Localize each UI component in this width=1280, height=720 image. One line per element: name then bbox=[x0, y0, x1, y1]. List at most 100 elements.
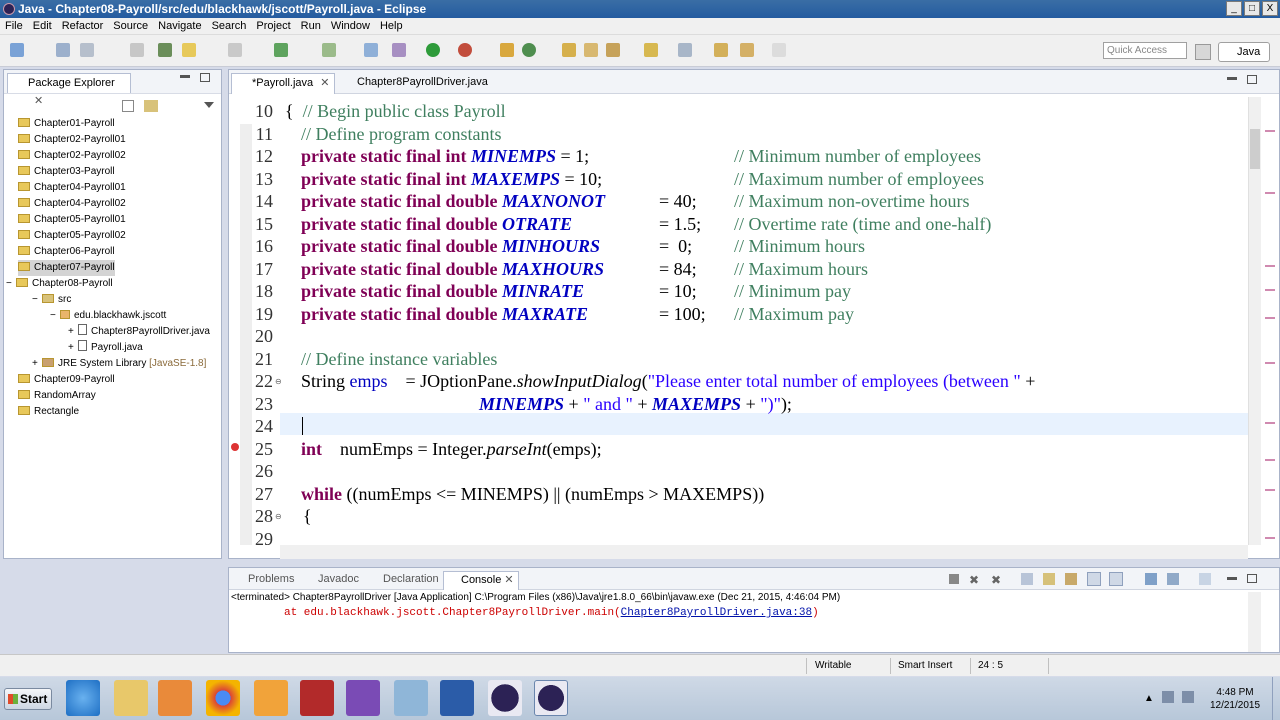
open-console-icon[interactable] bbox=[1199, 573, 1211, 585]
show-stdout-icon[interactable] bbox=[1087, 572, 1101, 586]
code-area[interactable]: 10 11 12 13 14 15 16 17 18 19 20 21 22 2… bbox=[229, 97, 1249, 545]
internet-explorer-icon[interactable] bbox=[66, 680, 100, 716]
show-desktop-button[interactable] bbox=[1272, 677, 1280, 720]
forward-icon[interactable] bbox=[740, 43, 754, 57]
project-chapter08[interactable]: − Chapter08-Payroll bbox=[6, 276, 113, 292]
src-folder[interactable]: − src bbox=[32, 292, 71, 308]
overview-mark[interactable] bbox=[1265, 265, 1275, 267]
menu-refactor[interactable]: Refactor bbox=[57, 18, 109, 35]
menu-source[interactable]: Source bbox=[108, 18, 153, 35]
show-hidden-icons-icon[interactable]: ▲ bbox=[1144, 693, 1154, 704]
overview-mark[interactable] bbox=[1265, 130, 1275, 132]
minimize-button[interactable]: _ bbox=[1226, 1, 1242, 16]
project-chapter01[interactable]: Chapter01-Payroll bbox=[18, 116, 115, 132]
fold-icon[interactable]: ⊖ bbox=[275, 512, 282, 521]
clear-console-icon[interactable] bbox=[1021, 573, 1033, 585]
external-tools-icon[interactable] bbox=[458, 43, 472, 57]
system-clock[interactable]: 4:48 PM 12/21/2015 bbox=[1199, 686, 1271, 712]
display-console-icon[interactable] bbox=[1167, 573, 1179, 585]
project-rectangle[interactable]: Rectangle bbox=[18, 404, 79, 420]
open-type-icon[interactable] bbox=[158, 43, 172, 57]
menu-window[interactable]: Window bbox=[326, 18, 375, 35]
file-driver[interactable]: + Chapter8PayrollDriver.java bbox=[68, 324, 210, 340]
project-chapter05-02[interactable]: Chapter05-Payroll02 bbox=[18, 228, 126, 244]
file-payroll[interactable]: + Payroll.java bbox=[68, 340, 143, 356]
notepad-icon[interactable] bbox=[394, 680, 428, 716]
task-icon[interactable] bbox=[322, 43, 336, 57]
overview-mark[interactable] bbox=[1265, 362, 1275, 364]
new-java-project-icon[interactable] bbox=[500, 43, 514, 57]
back-icon[interactable] bbox=[714, 43, 728, 57]
project-chapter04-01[interactable]: Chapter04-Payroll01 bbox=[18, 180, 126, 196]
quick-access-input[interactable]: Quick Access bbox=[1103, 42, 1187, 59]
close-button[interactable]: X bbox=[1262, 1, 1278, 16]
overview-mark[interactable] bbox=[1265, 459, 1275, 461]
maximize-button[interactable]: □ bbox=[1244, 1, 1260, 16]
word-wrap-icon[interactable] bbox=[1065, 573, 1077, 585]
chrome-icon[interactable] bbox=[206, 680, 240, 716]
minimize-icon[interactable] bbox=[180, 75, 190, 78]
editor-horizontal-scrollbar[interactable] bbox=[280, 545, 1248, 559]
project-chapter07[interactable]: Chapter07-Payroll bbox=[18, 260, 115, 276]
package-explorer-tab[interactable]: Package Explorer ✕ bbox=[7, 73, 131, 107]
tab-problems[interactable]: Problems bbox=[231, 571, 294, 590]
expand-toggle-icon[interactable]: + bbox=[68, 324, 78, 340]
overview-mark[interactable] bbox=[1265, 489, 1275, 491]
save-all-icon[interactable] bbox=[80, 43, 94, 57]
open-folder-icon[interactable] bbox=[584, 43, 598, 57]
tab-javadoc[interactable]: Javadoc bbox=[301, 571, 359, 590]
show-stderr-icon[interactable] bbox=[1109, 572, 1123, 586]
remove-launch-icon[interactable]: ✖ bbox=[969, 573, 979, 587]
project-chapter06[interactable]: Chapter06-Payroll bbox=[18, 244, 115, 260]
minimize-icon[interactable] bbox=[1227, 77, 1237, 80]
maximize-icon[interactable] bbox=[1247, 75, 1257, 84]
close-icon[interactable]: ✕ bbox=[34, 95, 43, 107]
last-edit-icon[interactable] bbox=[678, 43, 692, 57]
overview-mark[interactable] bbox=[1265, 422, 1275, 424]
project-chapter02-01[interactable]: Chapter02-Payroll01 bbox=[18, 132, 126, 148]
save-icon[interactable] bbox=[56, 43, 70, 57]
scroll-lock-icon[interactable] bbox=[1043, 573, 1055, 585]
tab-payroll[interactable]: *Payroll.java ✕ bbox=[231, 73, 335, 94]
next-edit-icon[interactable] bbox=[644, 43, 658, 57]
project-chapter04-02[interactable]: Chapter04-Payroll02 bbox=[18, 196, 126, 212]
jre-library[interactable]: + JRE System Library [JavaSE-1.8] bbox=[32, 356, 206, 372]
new-class-icon[interactable] bbox=[522, 43, 536, 57]
collapse-all-icon[interactable] bbox=[122, 100, 134, 112]
minimize-icon[interactable] bbox=[1227, 577, 1237, 580]
collapse-toggle-icon[interactable]: − bbox=[6, 276, 16, 292]
navigate-icon[interactable] bbox=[772, 43, 786, 57]
project-chapter03[interactable]: Chapter03-Payroll bbox=[18, 164, 115, 180]
file-explorer-icon[interactable] bbox=[114, 680, 148, 716]
expand-toggle-icon[interactable]: + bbox=[32, 356, 42, 372]
java-perspective-button[interactable]: Java bbox=[1218, 42, 1270, 62]
maximize-icon[interactable] bbox=[1247, 574, 1257, 583]
error-marker-icon[interactable] bbox=[231, 443, 239, 451]
overview-mark[interactable] bbox=[1265, 192, 1275, 194]
overview-mark[interactable] bbox=[1265, 317, 1275, 319]
menu-navigate[interactable]: Navigate bbox=[153, 18, 206, 35]
pen-icon[interactable] bbox=[606, 43, 620, 57]
block-selection-icon[interactable] bbox=[228, 43, 242, 57]
overview-mark[interactable] bbox=[1265, 289, 1275, 291]
network-icon[interactable] bbox=[1162, 691, 1174, 703]
package-node[interactable]: − edu.blackhawk.jscott bbox=[50, 308, 166, 324]
next-annotation-icon[interactable] bbox=[274, 43, 288, 57]
menu-help[interactable]: Help bbox=[375, 18, 408, 35]
menu-search[interactable]: Search bbox=[207, 18, 252, 35]
eclipse-taskbar-icon[interactable] bbox=[488, 680, 522, 716]
volume-icon[interactable] bbox=[1182, 691, 1194, 703]
menu-edit[interactable]: Edit bbox=[28, 18, 57, 35]
xampp-icon[interactable] bbox=[254, 680, 288, 716]
terminate-icon[interactable] bbox=[949, 574, 959, 584]
tab-declaration[interactable]: Declaration bbox=[366, 571, 439, 590]
project-chapter09[interactable]: Chapter09-Payroll bbox=[18, 372, 115, 388]
word-icon[interactable] bbox=[440, 680, 474, 716]
console-scrollbar[interactable] bbox=[1248, 592, 1261, 652]
search-icon[interactable] bbox=[364, 43, 378, 57]
mark-occurrences-icon[interactable] bbox=[182, 43, 196, 57]
collapse-toggle-icon[interactable]: − bbox=[50, 308, 60, 324]
project-chapter02-02[interactable]: Chapter02-Payroll02 bbox=[18, 148, 126, 164]
project-randomarray[interactable]: RandomArray bbox=[18, 388, 96, 404]
run-icon[interactable] bbox=[426, 43, 440, 57]
